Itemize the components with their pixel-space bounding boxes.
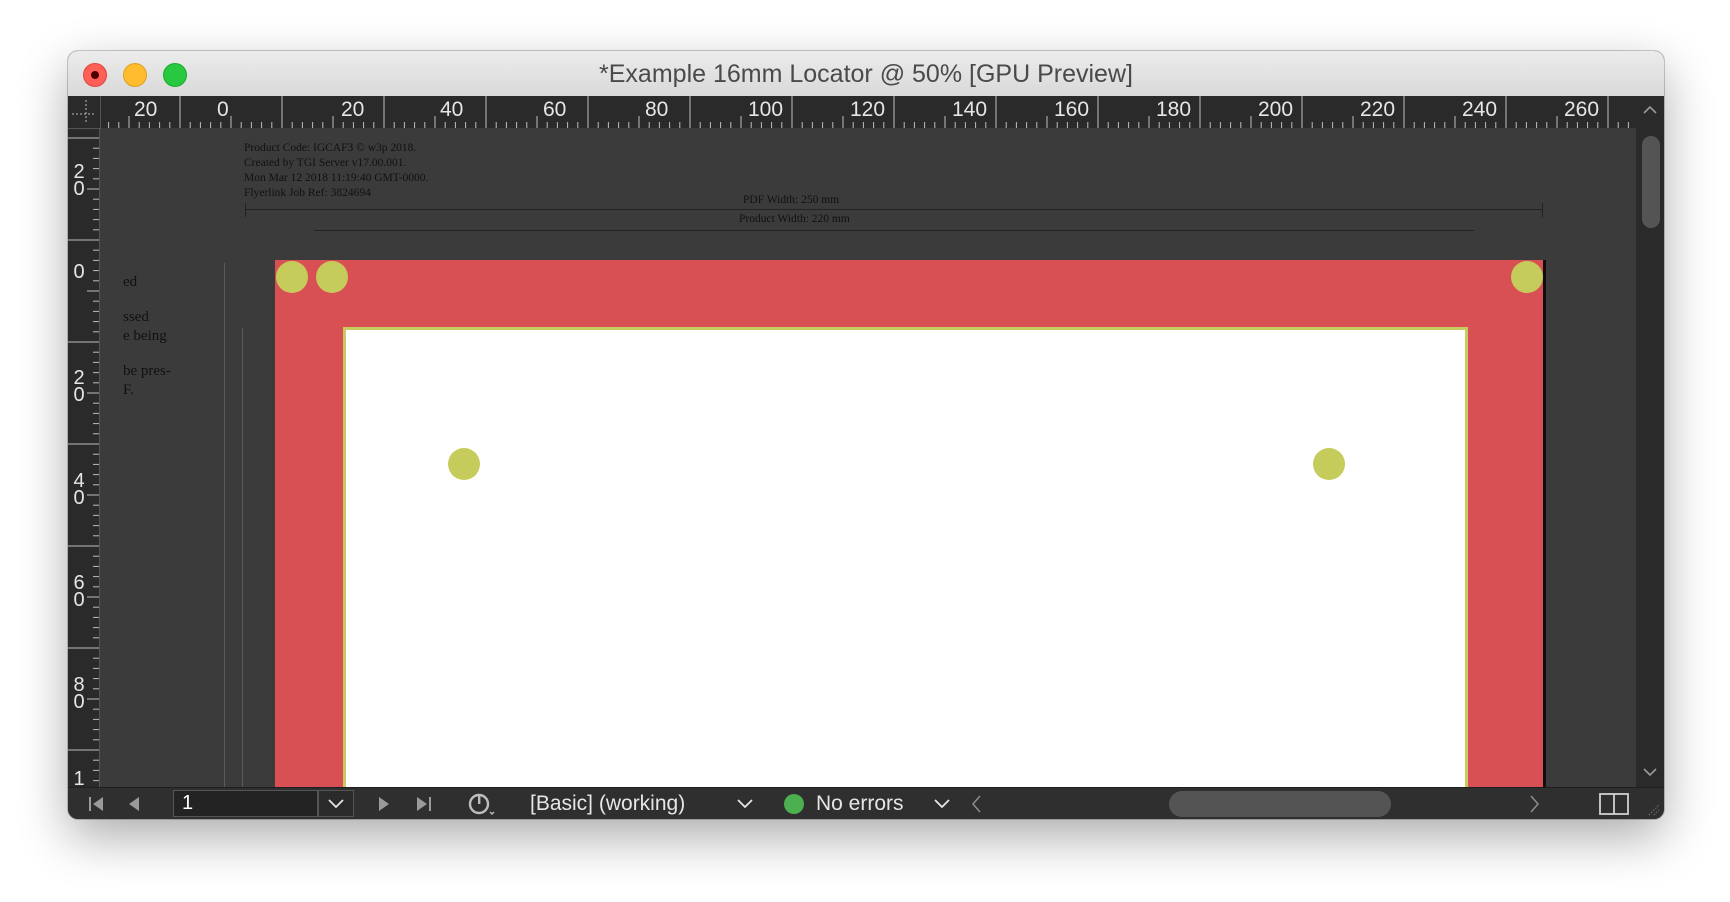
slug-line: Flyerlink Job Ref: 3824694 (244, 187, 371, 199)
ruler-label: 140 (952, 98, 988, 121)
side-note-text: ed ssed e being be pres- F. (123, 274, 171, 398)
slug-line: Created by TGI Server v17.00.001. (244, 157, 407, 169)
ruler-label: 60 (73, 572, 85, 611)
ruler-label: 20 (73, 161, 85, 200)
chevron-down-icon[interactable] (733, 788, 757, 819)
ruler-label: 80 (645, 98, 669, 121)
slug-line: Product Code: IGCAF3 © w3p 2018. (244, 142, 417, 154)
ruler-label: 40 (440, 98, 464, 121)
chevron-down-icon (328, 799, 344, 809)
status-bar: 1 [Basic] (working) No errors (68, 787, 1664, 819)
page-trim-area[interactable] (343, 327, 1468, 788)
ruler-label: 260 (1564, 98, 1600, 121)
pdf-width-label: PDF Width: 250 mm (743, 194, 840, 206)
preflight-status-dot (784, 794, 804, 814)
page-number-field[interactable]: 1 (173, 790, 318, 817)
scroll-left-icon[interactable] (965, 788, 989, 819)
height-dimension-line (242, 328, 243, 788)
vertical-ruler[interactable]: 20 0 20 40 60 80 1 (68, 128, 100, 790)
ruler-origin[interactable] (68, 96, 101, 129)
slug-line: Mon Mar 12 2018 11:19:40 GMT-0000. (244, 172, 429, 184)
chevron-down-icon[interactable] (930, 788, 954, 819)
preflight-icon[interactable] (464, 788, 500, 819)
ruler-label: 160 (1054, 98, 1090, 121)
locator-dot[interactable] (276, 261, 308, 293)
locator-dot[interactable] (1511, 261, 1543, 293)
ruler-label: 60 (543, 98, 567, 121)
ruler-label: 240 (1462, 98, 1498, 121)
ruler-label: 1 (73, 768, 85, 790)
next-page-icon[interactable] (372, 788, 396, 819)
horizontal-ruler[interactable]: 20 0 20 40 60 80 100 120 140 160 180 200… (68, 96, 1636, 129)
preflight-status-label[interactable]: No errors (816, 788, 904, 819)
ruler-label: 80 (73, 674, 85, 713)
ruler-label: 40 (73, 470, 85, 509)
vertical-scroll-thumb[interactable] (1642, 136, 1660, 228)
slug-info: Product Code: IGCAF3 © w3p 2018. Created… (244, 141, 428, 201)
locator-dot[interactable] (1313, 448, 1345, 480)
ruler-label: 0 (217, 98, 229, 121)
vertical-scrollbar[interactable] (1636, 96, 1664, 788)
horizontal-scroll-thumb[interactable] (1169, 791, 1391, 817)
locator-dot[interactable] (448, 448, 480, 480)
ruler-label: 120 (850, 98, 886, 121)
scroll-up-icon[interactable] (1636, 98, 1664, 122)
resize-grip-icon[interactable] (1646, 802, 1660, 816)
scroll-right-icon[interactable] (1522, 788, 1546, 819)
pdf-width-dimension-line (245, 209, 1542, 210)
locator-dot[interactable] (316, 261, 348, 293)
height-dimension-line (224, 263, 225, 788)
ruler-origin-icon (72, 100, 96, 124)
previous-page-icon[interactable] (122, 788, 146, 819)
ruler-label: 0 (73, 261, 85, 283)
app-window: *Example 16mm Locator @ 50% [GPU Preview… (68, 51, 1664, 819)
dimension-tick (245, 203, 246, 217)
page-number-dropdown[interactable] (318, 790, 354, 817)
ruler-label: 100 (748, 98, 784, 121)
window-title: *Example 16mm Locator @ 50% [GPU Preview… (599, 60, 1133, 88)
last-page-icon[interactable] (412, 788, 436, 819)
dimension-tick (1542, 203, 1543, 217)
document-canvas[interactable]: Product Code: IGCAF3 © w3p 2018. Created… (100, 128, 1636, 788)
ruler-label: 180 (1156, 98, 1192, 121)
scroll-down-icon[interactable] (1636, 760, 1664, 784)
title-bar: *Example 16mm Locator @ 50% [GPU Preview… (68, 51, 1664, 97)
ruler-label: 20 (341, 98, 365, 121)
product-width-label: Product Width: 220 mm (739, 213, 850, 225)
ruler-label: 20 (73, 367, 85, 406)
ruler-label: 200 (1258, 98, 1294, 121)
ruler-label: 220 (1360, 98, 1396, 121)
preflight-profile-label[interactable]: [Basic] (working) (530, 788, 685, 819)
first-page-icon[interactable] (84, 788, 108, 819)
split-view-icon[interactable] (1597, 788, 1631, 819)
product-width-dimension-line (314, 230, 1474, 231)
ruler-label: 20 (134, 98, 158, 121)
